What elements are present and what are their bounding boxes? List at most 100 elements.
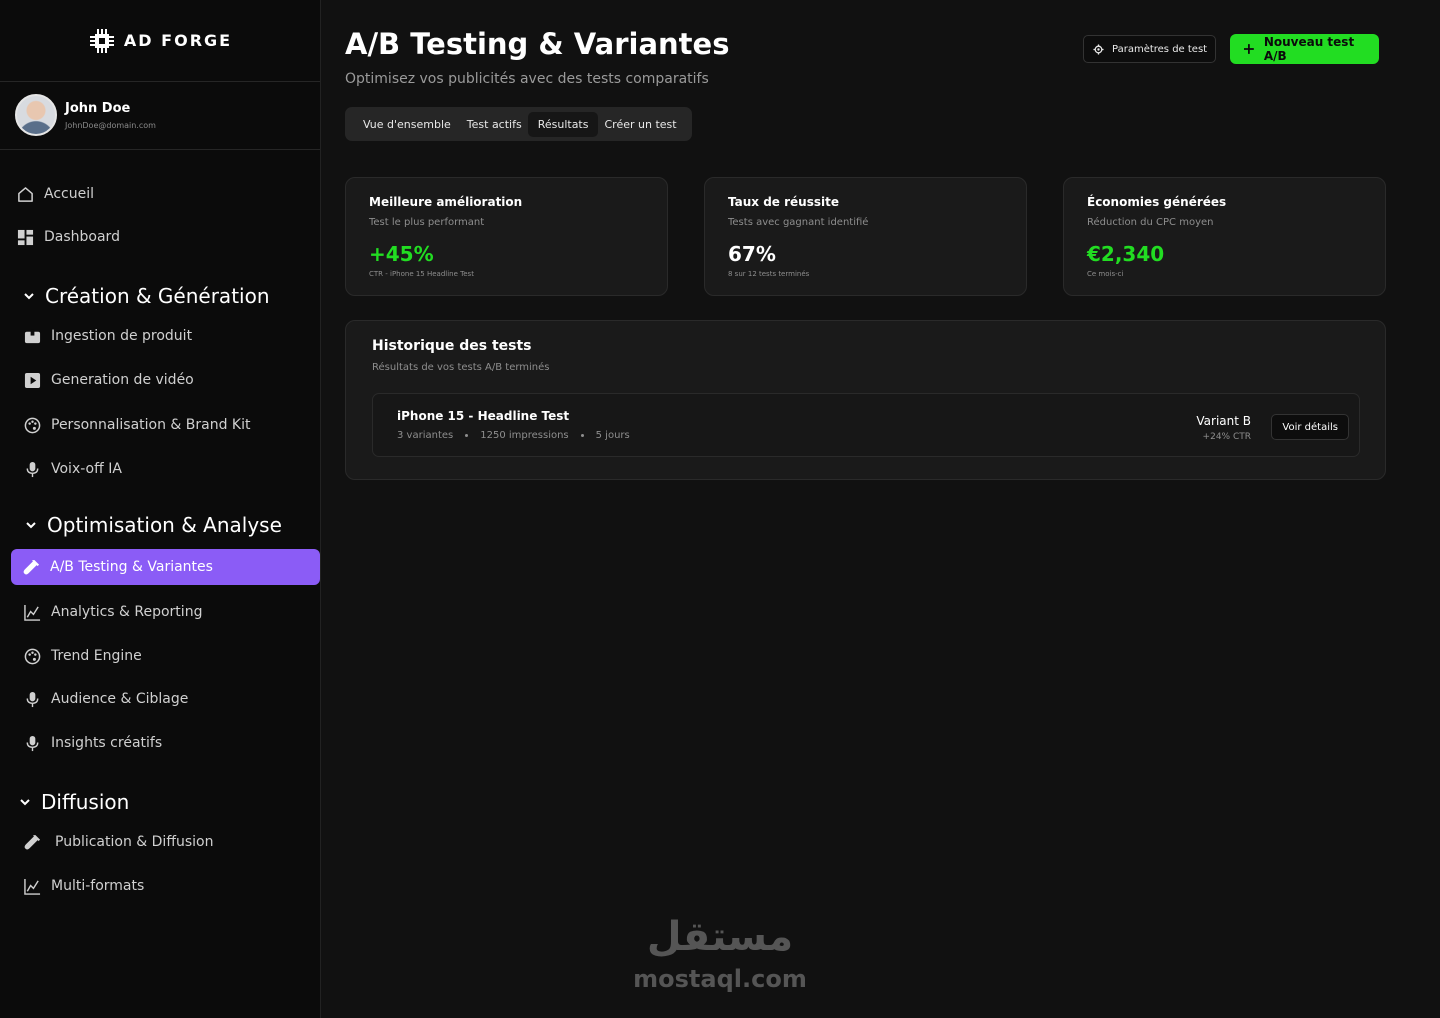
separator-dot bbox=[465, 434, 469, 437]
user-profile[interactable]: John Doe JohnDoe@domain.com bbox=[0, 82, 320, 150]
sidebar: AD FORGE John Doe JohnDoe@domain.com Acc… bbox=[0, 0, 321, 1018]
tab-results[interactable]: Résultats bbox=[527, 111, 599, 137]
chevron-down-icon bbox=[26, 522, 36, 529]
stat-subtitle: Tests avec gagnant identifié bbox=[728, 217, 869, 228]
stat-card-savings: Économies générées Réduction du CPC moye… bbox=[1063, 177, 1386, 296]
page-title: A/B Testing & Variantes bbox=[345, 27, 730, 61]
section-optimisation-analyse[interactable]: Optimisation & Analyse bbox=[25, 513, 282, 537]
watermark: مستقل mostaql.com bbox=[630, 908, 810, 992]
tab-overview[interactable]: Vue d'ensemble bbox=[357, 112, 457, 137]
stat-title: Taux de réussite bbox=[728, 195, 839, 209]
sidebar-item-label: Ingestion de produit bbox=[51, 328, 193, 344]
stat-subtitle: Réduction du CPC moyen bbox=[1087, 217, 1214, 228]
new-ab-test-button[interactable]: Nouveau test A/B bbox=[1230, 34, 1379, 64]
brand-logo[interactable]: AD FORGE bbox=[0, 0, 320, 82]
tab-active-tests[interactable]: Test actifs bbox=[461, 112, 528, 137]
stat-value: 67% bbox=[728, 242, 776, 266]
avatar[interactable] bbox=[15, 94, 57, 136]
test-tube-icon bbox=[23, 559, 40, 574]
sidebar-item-ab-testing[interactable]: A/B Testing & Variantes bbox=[11, 549, 320, 585]
page-subtitle: Optimisez vos publicités avec des tests … bbox=[345, 71, 709, 87]
test-variants: 3 variantes bbox=[397, 430, 454, 441]
sidebar-item-analytics-reporting[interactable]: Analytics & Reporting bbox=[24, 594, 202, 630]
plus-icon bbox=[1244, 44, 1254, 54]
sidebar-item-multi-formats[interactable]: Multi-formats bbox=[24, 868, 144, 904]
sidebar-item-generation-video[interactable]: Generation de vidéo bbox=[24, 362, 194, 398]
tab-bar: Vue d'ensemble Test actifs Résultats Cré… bbox=[345, 107, 692, 141]
section-diffusion[interactable]: Diffusion bbox=[19, 790, 129, 814]
stat-subtitle: Test le plus performant bbox=[369, 217, 485, 228]
sidebar-item-accueil[interactable]: Accueil bbox=[17, 176, 94, 212]
sidebar-item-label: A/B Testing & Variantes bbox=[50, 559, 213, 575]
sidebar-item-label: Analytics & Reporting bbox=[51, 604, 203, 620]
stat-card-best-improvement: Meilleure amélioration Test le plus perf… bbox=[345, 177, 668, 296]
section-creation-generation[interactable]: Création & Génération bbox=[23, 284, 270, 308]
stat-note: 8 sur 12 tests terminés bbox=[728, 270, 810, 278]
sidebar-item-ingestion-produit[interactable]: Ingestion de produit bbox=[24, 318, 192, 354]
stat-title: Économies générées bbox=[1087, 195, 1227, 209]
history-title: Historique des tests bbox=[372, 338, 532, 354]
view-details-button[interactable]: Voir détails bbox=[1271, 414, 1349, 440]
stat-note: CTR - iPhone 15 Headline Test bbox=[369, 270, 474, 278]
history-subtitle: Résultats de vos tests A/B terminés bbox=[372, 362, 550, 373]
user-name: John Doe bbox=[65, 101, 131, 116]
sidebar-item-label: Trend Engine bbox=[51, 648, 142, 664]
home-icon bbox=[18, 186, 33, 202]
section-title: Diffusion bbox=[41, 790, 130, 814]
sidebar-item-label: Insights créatifs bbox=[51, 735, 163, 751]
test-settings-label: Paramètres de test bbox=[1112, 43, 1208, 55]
stat-value: +45% bbox=[369, 242, 434, 266]
separator-dot bbox=[580, 434, 584, 437]
sidebar-item-label: Personnalisation & Brand Kit bbox=[51, 417, 251, 433]
stat-title: Meilleure amélioration bbox=[369, 195, 523, 209]
sidebar-item-voix-off[interactable]: Voix-off IA bbox=[24, 451, 122, 487]
palette-icon bbox=[24, 417, 41, 433]
dashboard-icon bbox=[17, 229, 34, 245]
stat-note: Ce mois-ci bbox=[1087, 270, 1124, 278]
mic-icon bbox=[26, 691, 39, 707]
section-title: Optimisation & Analyse bbox=[47, 513, 282, 537]
sidebar-item-label: Generation de vidéo bbox=[51, 372, 194, 388]
test-history-panel: Historique des tests Résultats de vos te… bbox=[345, 320, 1386, 480]
sidebar-item-insights-creatifs[interactable]: Insights créatifs bbox=[24, 725, 162, 761]
chip-icon bbox=[89, 28, 114, 53]
mic-icon bbox=[26, 461, 39, 477]
chart-icon bbox=[24, 604, 41, 621]
section-title: Création & Génération bbox=[45, 284, 270, 308]
sidebar-item-dashboard[interactable]: Dashboard bbox=[17, 219, 120, 255]
test-name: iPhone 15 - Headline Test bbox=[397, 409, 570, 423]
sidebar-item-trend-engine[interactable]: Trend Engine bbox=[24, 638, 142, 674]
user-email: JohnDoe@domain.com bbox=[65, 121, 156, 130]
sidebar-item-label: Accueil bbox=[44, 186, 94, 202]
sidebar-item-label: Multi-formats bbox=[51, 878, 145, 894]
winner-ctr: +24% CTR bbox=[1202, 432, 1251, 442]
sidebar-item-label: Audience & Ciblage bbox=[51, 691, 189, 707]
test-settings-button[interactable]: Paramètres de test bbox=[1083, 35, 1216, 63]
list-item[interactable]: iPhone 15 - Headline Test 3 variantes 12… bbox=[372, 393, 1360, 457]
winner-variant: Variant B bbox=[1196, 414, 1251, 428]
sidebar-item-publication-diffusion[interactable]: Publication & Diffusion bbox=[24, 824, 213, 860]
chart-icon bbox=[24, 878, 41, 895]
chevron-down-icon bbox=[20, 799, 30, 806]
mic-icon bbox=[26, 735, 39, 751]
stat-card-success-rate: Taux de réussite Tests avec gagnant iden… bbox=[704, 177, 1027, 296]
palette-icon bbox=[24, 648, 41, 664]
test-tube-icon bbox=[24, 834, 41, 849]
gear-icon bbox=[1093, 43, 1104, 55]
tab-create-test[interactable]: Créer un test bbox=[598, 112, 682, 137]
sidebar-item-personnalisation[interactable]: Personnalisation & Brand Kit bbox=[24, 407, 251, 443]
video-icon bbox=[24, 372, 41, 388]
watermark-latin: mostaql.com bbox=[633, 965, 807, 993]
new-ab-test-label: Nouveau test A/B bbox=[1263, 35, 1355, 63]
watermark-arabic: مستقل bbox=[646, 914, 794, 960]
test-duration: 5 jours bbox=[595, 430, 630, 441]
sidebar-item-label: Voix-off IA bbox=[51, 461, 122, 477]
sidebar-item-label: Dashboard bbox=[44, 229, 120, 245]
brand-name: AD FORGE bbox=[123, 31, 233, 50]
sidebar-item-label: Publication & Diffusion bbox=[55, 834, 214, 850]
sidebar-item-audience-ciblage[interactable]: Audience & Ciblage bbox=[24, 681, 188, 717]
stat-value: €2,340 bbox=[1087, 242, 1165, 266]
test-meta: 3 variantes 1250 impressions 5 jours bbox=[397, 430, 630, 441]
chevron-down-icon bbox=[24, 293, 34, 300]
test-impressions: 1250 impressions bbox=[480, 430, 569, 441]
